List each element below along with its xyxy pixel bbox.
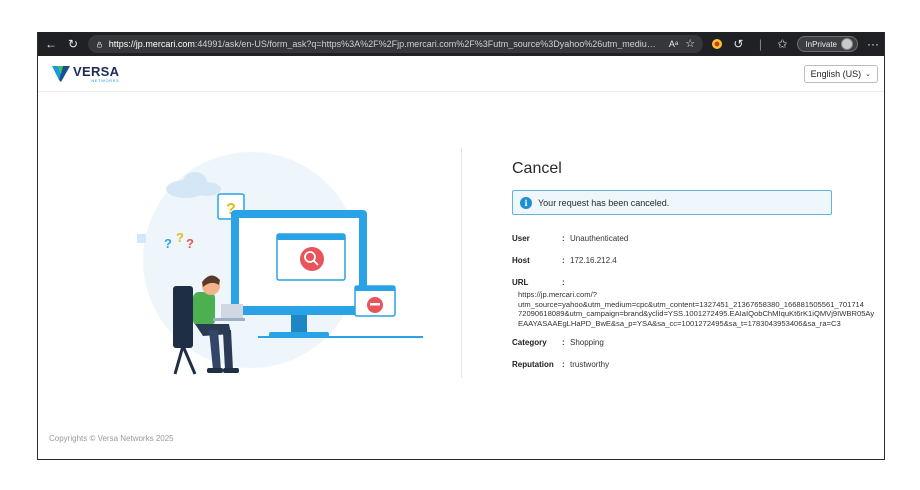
detail-row-user: User : Unauthenticated [512,233,884,244]
blocked-window-icon [276,233,346,281]
versa-logo-mark [52,65,70,82]
refresh-icon[interactable]: ↻ [66,37,80,51]
favorite-star-icon[interactable]: ☆ [685,37,696,51]
svg-text:?: ? [186,236,194,251]
url-line: utm_source=yahoo&utm_medium=cpc&utm_cont… [518,299,865,309]
page-header: VERSA NETWORKS English (US) ⌄ [38,56,884,92]
url-path: :44991/ask/en-US/form_ask?q=https%3A%2F%… [194,39,663,49]
language-select[interactable]: English (US) ⌄ [803,64,878,83]
host-value: 172.16.212.4 [570,256,617,265]
logo-subtext: NETWORKS [91,77,120,83]
svg-text:?: ? [164,236,172,251]
svg-text:?: ? [176,230,184,245]
warning-window-icon [354,285,396,317]
content-divider [461,148,462,378]
detail-row-url: URL : [512,277,884,288]
user-value: Unauthenticated [570,234,629,243]
reputation-value: trustworthy [570,360,610,369]
url-host: https://jp.mercari.com [108,39,195,49]
browser-window: ← ↻ https://jp.mercari.com:44991/ask/en-… [37,32,885,460]
copyright-footer: Copyrights © Versa Networks 2025 [49,434,174,443]
copilot-icon[interactable]: ↺ [731,37,745,51]
toolbar-separator: | [758,37,762,51]
category-value: Shopping [570,338,604,347]
alert-text: Your request has been canceled. [538,197,670,208]
favorites-icon[interactable]: ✩ [775,37,789,51]
address-bar[interactable]: https://jp.mercari.com:44991/ask/en-US/f… [88,35,704,53]
chevron-down-icon: ⌄ [865,70,871,78]
url-line: EAAYASAAEgLHaPD_BwE&sa_p=YSA&sa_cc=10012… [518,318,841,328]
browser-toolbar: ← ↻ https://jp.mercari.com:44991/ask/en-… [38,32,884,56]
language-value: English (US) [810,68,862,79]
url-colon: : [562,278,565,287]
versa-logo: VERSA NETWORKS [52,65,119,83]
host-colon: : [562,256,565,265]
result-panel: Cancel i Your request has been canceled.… [512,160,884,381]
reputation-colon: : [562,360,565,369]
logo-text: VERSA [73,63,120,79]
user-colon: : [562,234,565,243]
inprivate-label: InPrivate [805,39,837,49]
category-colon: : [562,338,565,347]
user-label: User [512,234,530,243]
url-line: https://jp.mercari.com/? [518,290,597,299]
detail-row-reputation: Reputation : trustworthy [512,359,884,370]
reputation-label: Reputation [512,360,554,369]
small-square-decoration [137,234,146,243]
url-value: https://jp.mercari.com/? utm_source=yaho… [518,290,884,328]
read-aloud-icon[interactable]: Aᵃ [668,37,679,51]
detail-row-category: Category : Shopping [512,337,884,348]
more-icon[interactable]: ··· [866,37,880,51]
info-icon: i [520,196,532,209]
host-label: Host [512,256,530,265]
extension-icon[interactable] [711,38,723,50]
url-line: 72090618089&utm_campaign=brand&yclid=YSS… [518,309,875,318]
category-label: Category [512,338,547,347]
inprivate-badge[interactable]: InPrivate [797,36,858,52]
illustration: ? ? ? ? [137,152,423,375]
detail-row-host: Host : 172.16.212.4 [512,255,884,266]
profile-avatar [841,38,853,50]
url-label: URL [512,278,529,287]
page-title: Cancel [512,160,562,177]
back-arrow-icon[interactable]: ← [44,37,58,51]
lock-icon[interactable] [96,40,103,49]
url-text: https://jp.mercari.com:44991/ask/en-US/f… [109,39,663,49]
cancel-alert: i Your request has been canceled. [512,190,832,215]
